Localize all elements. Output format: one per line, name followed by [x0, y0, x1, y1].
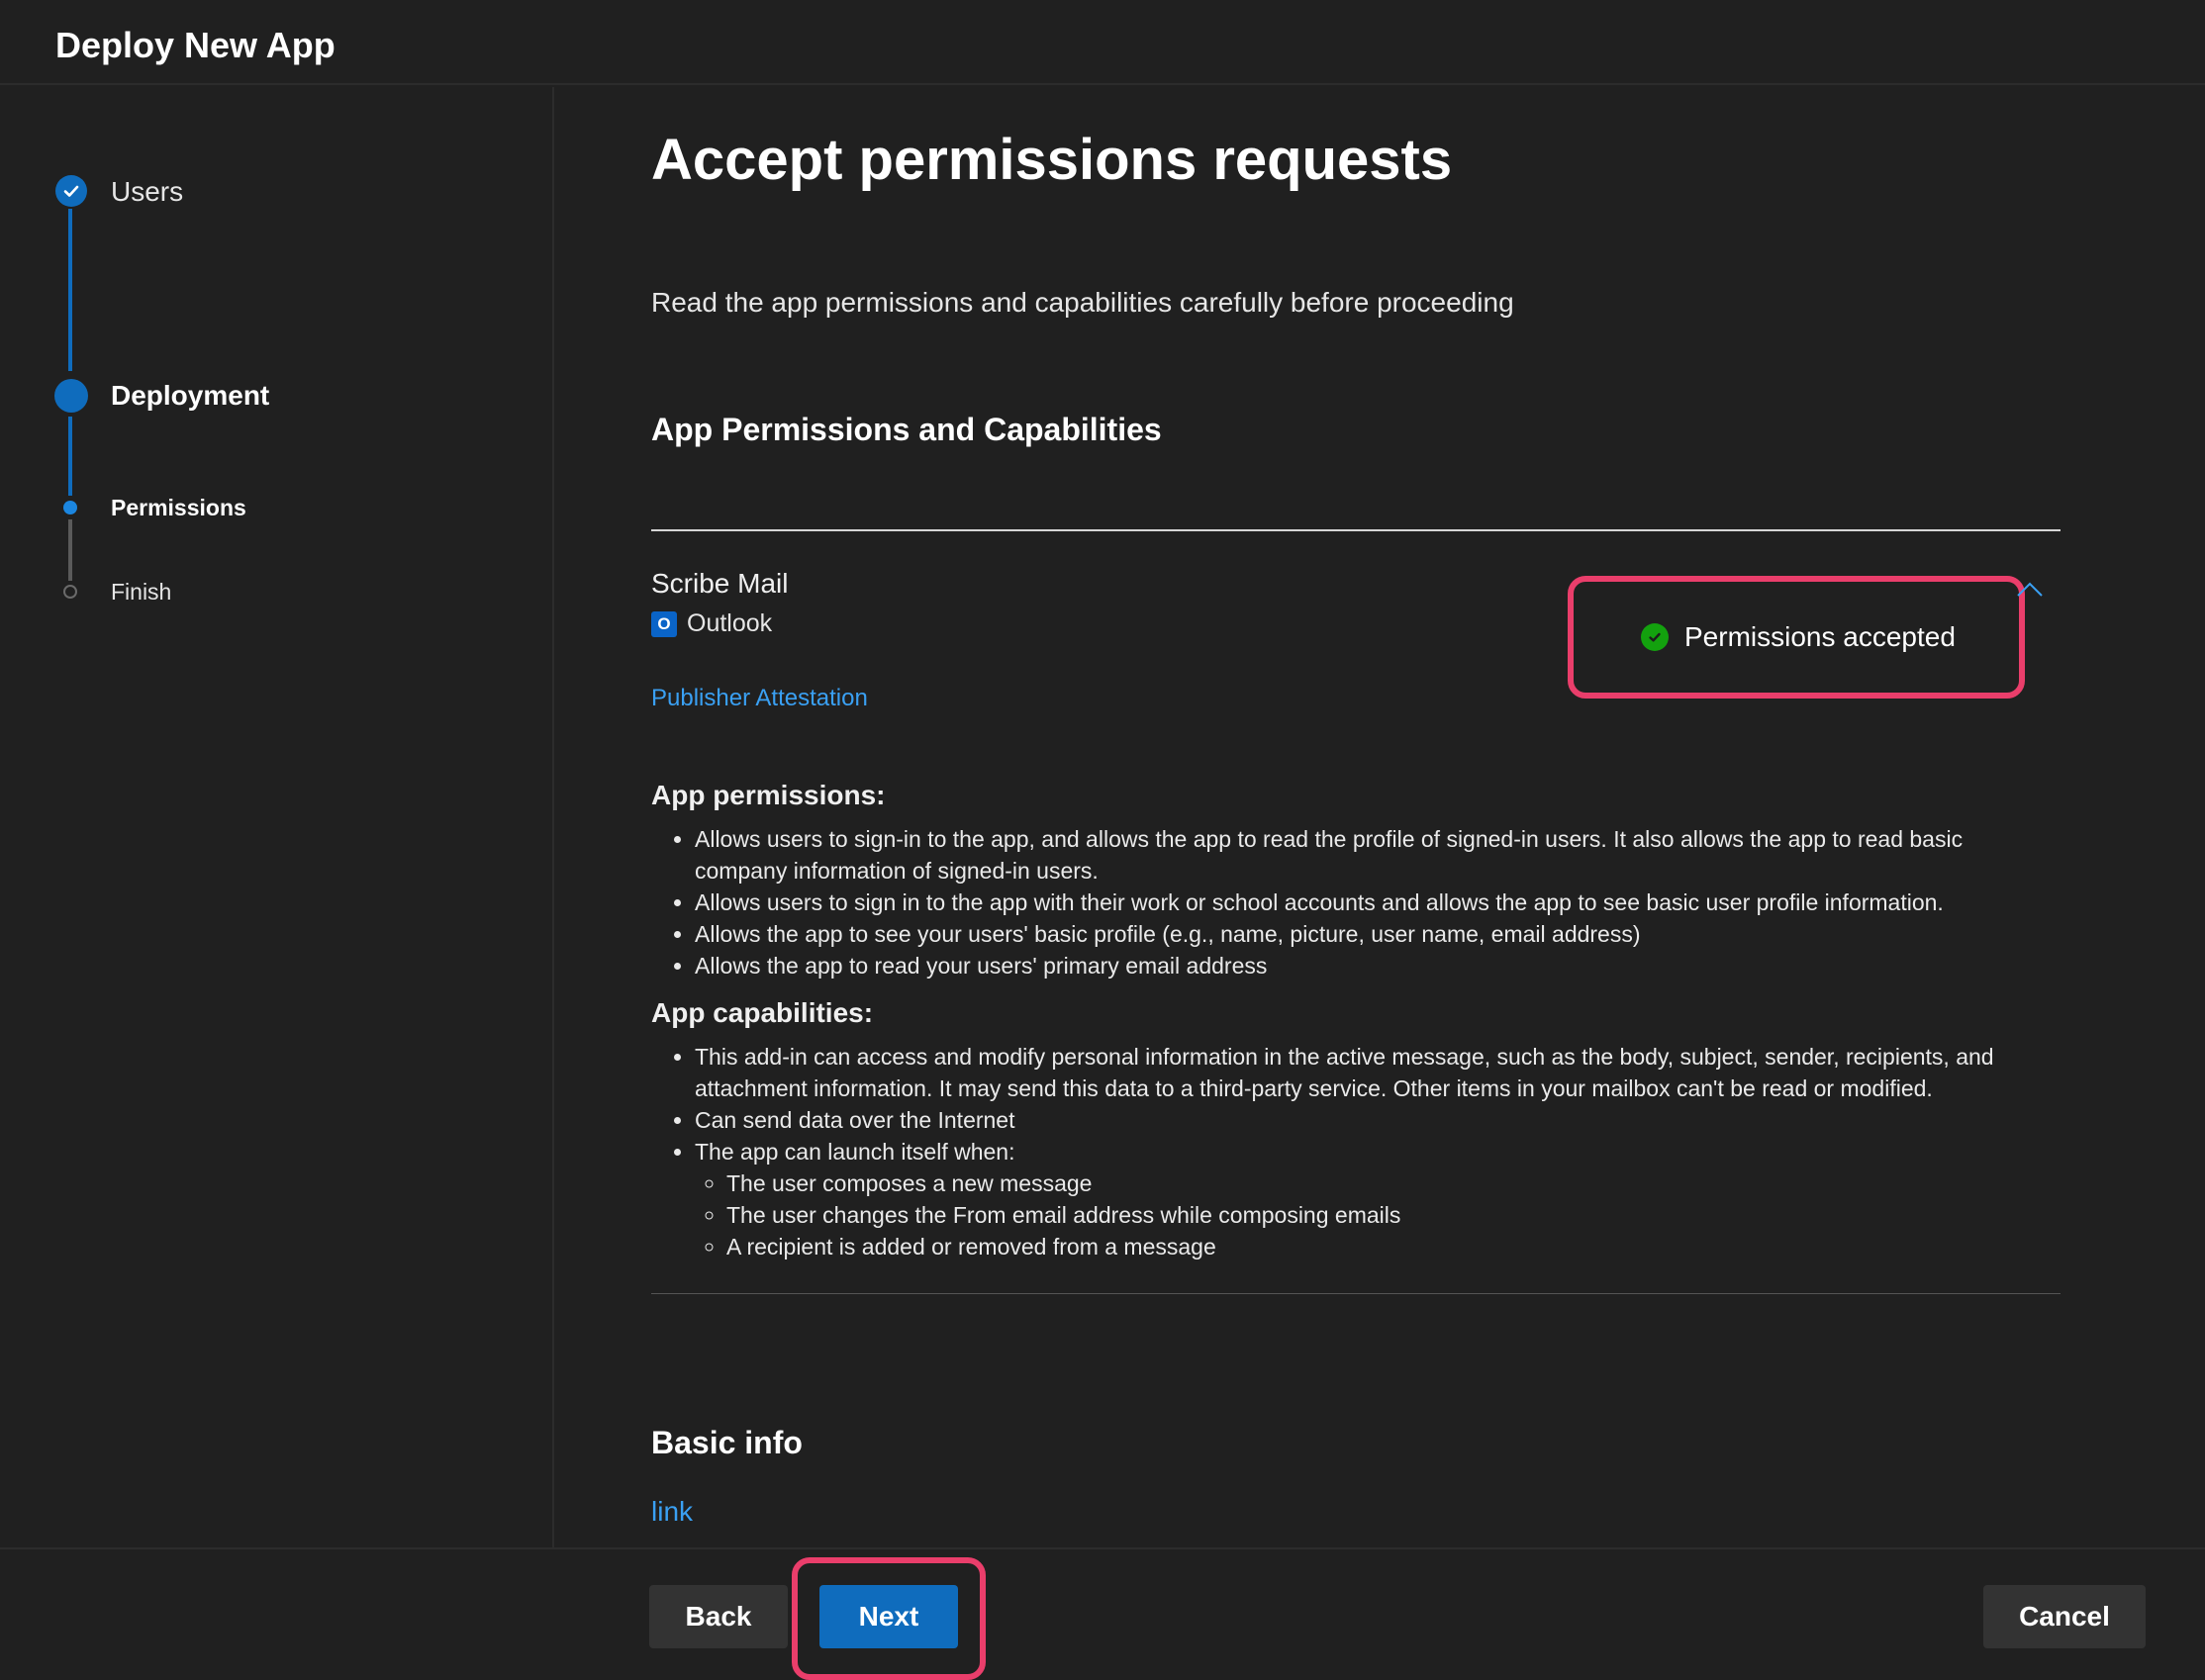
page-subtitle: Read the app permissions and capabilitie… — [651, 287, 1514, 318]
highlight-box — [792, 1557, 986, 1680]
upcoming-step-indicator — [63, 585, 77, 599]
stepper-connector — [68, 417, 72, 496]
app-title: Deploy New App — [55, 25, 336, 65]
step-deployment[interactable]: Deployment — [111, 380, 269, 412]
sub-list-item: The user changes the From email address … — [726, 1199, 2037, 1231]
list-item: Can send data over the Internet — [695, 1104, 2037, 1136]
list-item: The app can launch itself when: The user… — [695, 1136, 2037, 1262]
basic-info-link[interactable]: link — [651, 1496, 693, 1528]
list-item-text: The app can launch itself when: — [695, 1139, 1015, 1165]
deployment-stepper: Users Deployment Permissions Finish — [0, 87, 554, 1547]
capabilities-list: This add-in can access and modify person… — [651, 1041, 2037, 1262]
current-substep-indicator — [63, 501, 77, 514]
sub-list-item: The user composes a new message — [726, 1167, 2037, 1199]
permissions-status: Permissions accepted — [1641, 621, 1956, 653]
section-divider — [651, 529, 2061, 531]
outlook-icon: O — [651, 610, 677, 637]
section-title: App Permissions and Capabilities — [651, 412, 1162, 447]
step-finish: Finish — [111, 579, 172, 605]
page-title: Accept permissions requests — [651, 128, 1453, 192]
stepper-connector — [68, 209, 72, 371]
publisher-attestation-link[interactable]: Publisher Attestation — [651, 685, 868, 712]
list-item: Allows users to sign in to the app with … — [695, 887, 2037, 918]
sub-list-item: A recipient is added or removed from a m… — [726, 1231, 2037, 1262]
back-button[interactable]: Back — [649, 1585, 788, 1648]
basic-info-heading: Basic info — [651, 1425, 803, 1460]
current-step-indicator — [54, 379, 88, 413]
list-item: This add-in can access and modify person… — [695, 1041, 2037, 1104]
check-icon — [55, 175, 87, 207]
app-name: Scribe Mail — [651, 568, 789, 599]
list-item: Allows the app to see your users' basic … — [695, 918, 2037, 950]
permissions-status-label: Permissions accepted — [1684, 621, 1956, 652]
section-divider — [651, 1293, 2061, 1294]
stepper-connector — [68, 519, 72, 581]
app-host-label: Outlook — [687, 609, 773, 637]
step-permissions[interactable]: Permissions — [111, 495, 246, 521]
step-users[interactable]: Users — [111, 176, 183, 208]
list-item: Allows the app to read your users' prima… — [695, 950, 2037, 981]
title-bar: Deploy New App — [0, 0, 2205, 85]
permissions-heading: App permissions: — [651, 780, 886, 810]
footer-bar: Back Next Cancel — [0, 1547, 2205, 1680]
launch-conditions-list: The user composes a new message The user… — [695, 1167, 2037, 1262]
permissions-list: Allows users to sign-in to the app, and … — [651, 823, 2037, 981]
success-check-icon — [1641, 623, 1669, 651]
chevron-up-icon[interactable] — [2015, 580, 2045, 600]
app-host: O Outlook — [651, 609, 772, 638]
cancel-button[interactable]: Cancel — [1983, 1585, 2146, 1648]
list-item: Allows users to sign-in to the app, and … — [695, 823, 2037, 887]
capabilities-heading: App capabilities: — [651, 997, 874, 1028]
